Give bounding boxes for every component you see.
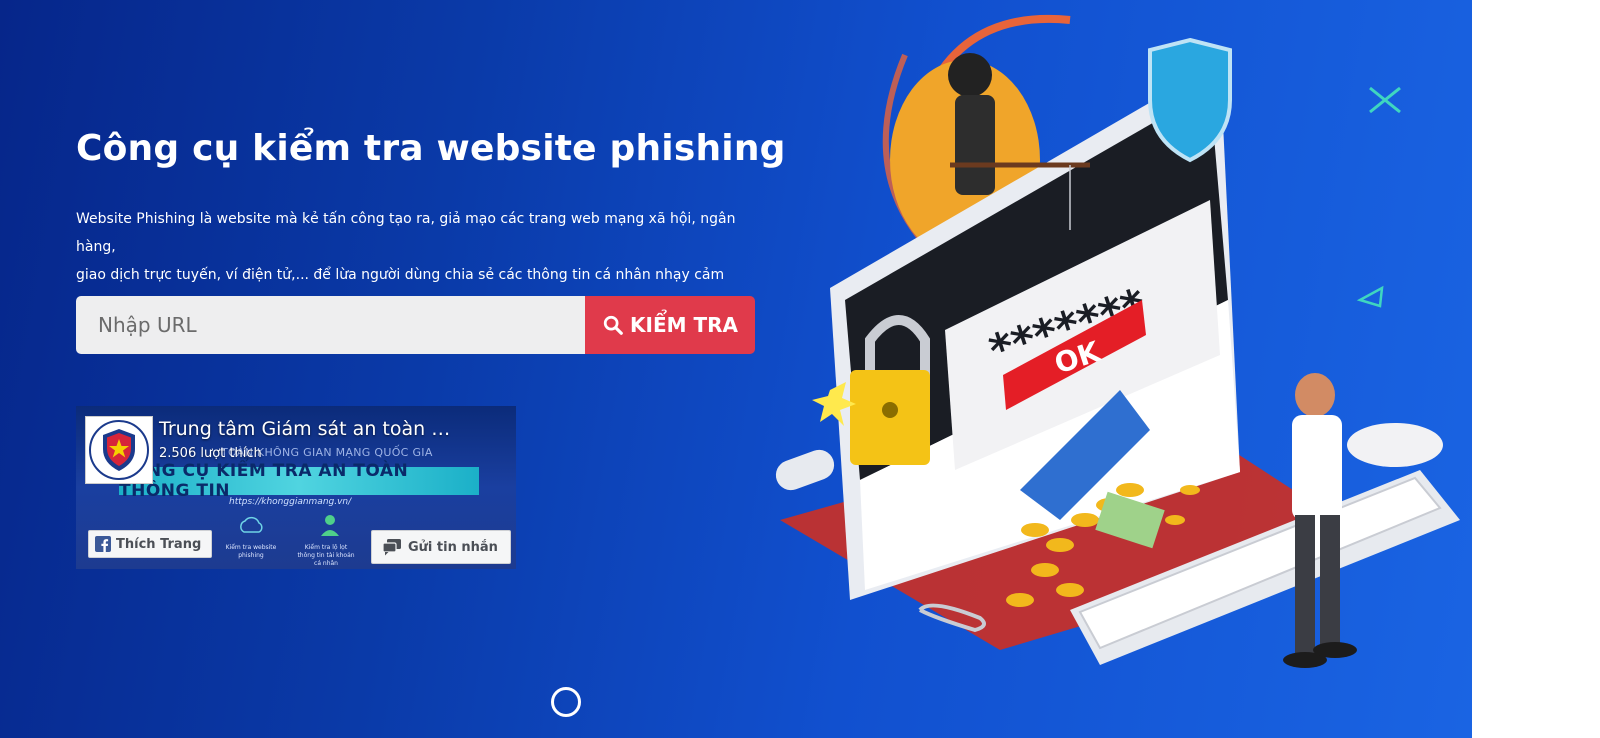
facebook-icon [95, 536, 111, 552]
fb-cover-banner: CÔNG CỤ KIỂM TRA AN TOÀN THÔNG TIN [119, 461, 479, 501]
page-description: Website Phishing là website mà kẻ tấn cô… [76, 205, 776, 289]
fb-cover-feature-1: Kiểm tra website phishing [225, 544, 277, 559]
fb-cover-url: https://khonggianmang.vn/ [229, 497, 352, 507]
page-title: Công cụ kiểm tra website phishing [76, 128, 786, 169]
fb-send-message-button[interactable]: Gửi tin nhắn [371, 530, 511, 564]
description-line-2: giao dịch trực tuyến, ví điện tử,... để … [76, 267, 725, 283]
page-right-margin [1472, 0, 1600, 738]
scroll-indicator-icon[interactable] [551, 687, 581, 717]
description-line-1: Website Phishing là website mà kẻ tấn cô… [76, 211, 736, 255]
fb-send-message-label: Gửi tin nhắn [408, 539, 498, 555]
fb-page-avatar[interactable] [85, 416, 153, 484]
cloud-check-icon [240, 517, 263, 533]
check-button-label: KIỂM TRA [630, 313, 738, 337]
phishing-illustration: ******* OK [775, 14, 1460, 668]
message-icon [382, 539, 401, 556]
hero-section: Công cụ kiểm tra website phishing Websit… [0, 0, 1472, 738]
fb-cover-feature-2: Kiểm tra lộ lọt thông tin tài khoản cá n… [297, 544, 355, 567]
fb-page-name[interactable]: Trung tâm Giám sát an toàn … [159, 418, 450, 440]
fb-like-count: 2.506 lượt thích [159, 446, 262, 461]
facebook-page-widget[interactable]: TOÀN KHÔNG GIAN MẠNG QUỐC GIA CÔNG CỤ KI… [76, 406, 516, 569]
fb-like-page-label: Thích Trang [116, 536, 202, 552]
fb-like-page-button[interactable]: Thích Trang [88, 530, 213, 558]
user-shield-icon [321, 515, 339, 536]
search-icon [603, 315, 623, 335]
url-search-form: KIỂM TRA [76, 296, 755, 354]
check-button[interactable]: KIỂM TRA [585, 296, 755, 354]
fb-cover-banner-text: CÔNG CỤ KIỂM TRA AN TOÀN THÔNG TIN [119, 461, 409, 501]
shield-logo-icon [89, 420, 149, 480]
url-input[interactable] [76, 296, 585, 354]
